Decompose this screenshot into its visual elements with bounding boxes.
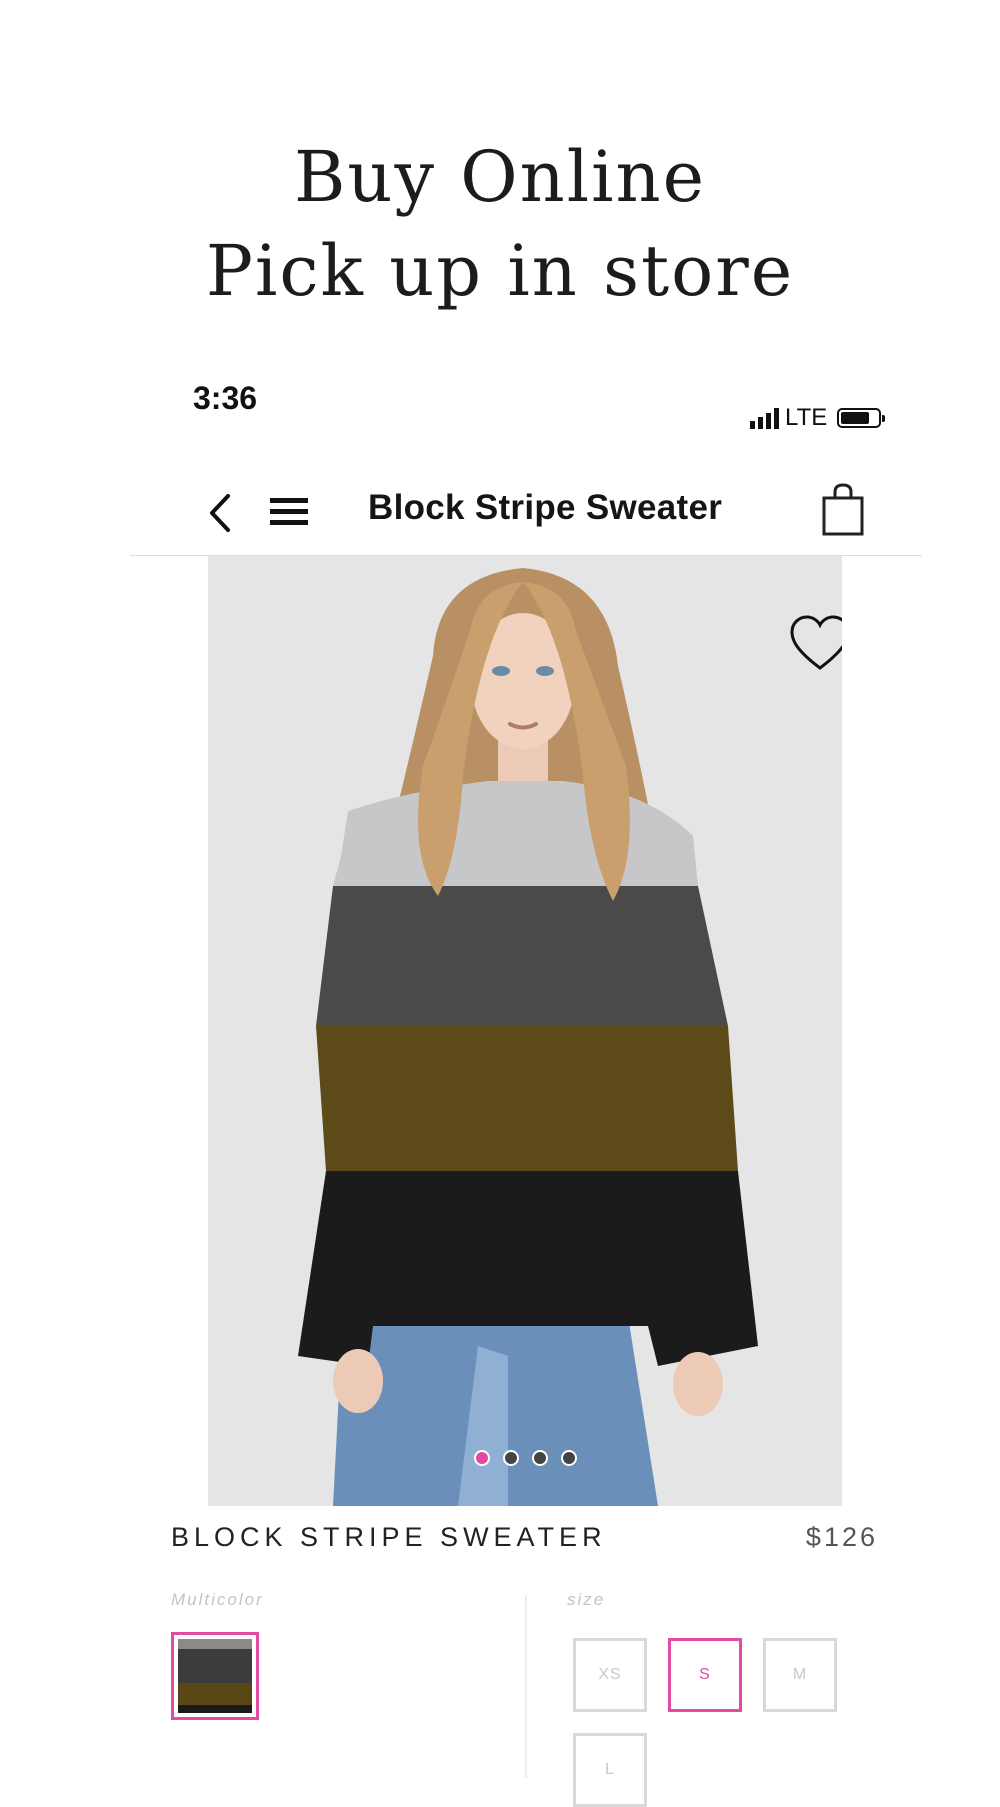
size-option-s[interactable]: S [668, 1638, 742, 1712]
options-divider [525, 1595, 527, 1778]
headline-line-2: Pick up in store [205, 230, 795, 312]
pagination-dot[interactable] [531, 1450, 548, 1466]
image-pagination [208, 1450, 842, 1466]
size-label: size [567, 1590, 606, 1609]
promo-headline: Buy Online Pick up in store [0, 130, 1000, 318]
pagination-dot[interactable] [473, 1450, 490, 1466]
size-option-xs[interactable]: XS [573, 1638, 647, 1712]
chevron-left-icon [210, 494, 230, 532]
color-swatch-multicolor[interactable] [171, 1632, 259, 1720]
product-name: BLOCK STRIPE SWEATER [171, 1522, 607, 1552]
wishlist-button[interactable] [788, 614, 842, 674]
signal-icon [750, 407, 779, 429]
battery-icon [837, 408, 886, 428]
model-sweater-illustration [298, 568, 758, 1506]
back-button[interactable] [200, 488, 240, 538]
headline-line-1: Buy Online [293, 136, 707, 218]
product-price: $126 [805, 1522, 878, 1552]
swatch-thumbnail [178, 1639, 252, 1713]
pagination-dot[interactable] [502, 1450, 519, 1466]
network-type: LTE [785, 404, 828, 431]
hamburger-menu-icon [270, 498, 308, 525]
status-indicators: LTE [750, 404, 886, 432]
shopping-bag-icon [822, 483, 864, 536]
color-label: Multicolor [171, 1590, 264, 1609]
product-image[interactable] [208, 556, 842, 1506]
shopping-bag-button[interactable] [820, 482, 866, 538]
page-title: Block Stripe Sweater [368, 488, 723, 527]
status-time: 3:36 [193, 380, 258, 416]
size-option-l[interactable]: L [573, 1733, 647, 1807]
nav-bar: Block Stripe Sweater [130, 470, 922, 556]
pagination-dot[interactable] [560, 1450, 577, 1466]
menu-button[interactable] [268, 492, 310, 532]
size-option-m[interactable]: M [763, 1638, 837, 1712]
heart-icon [790, 615, 842, 670]
